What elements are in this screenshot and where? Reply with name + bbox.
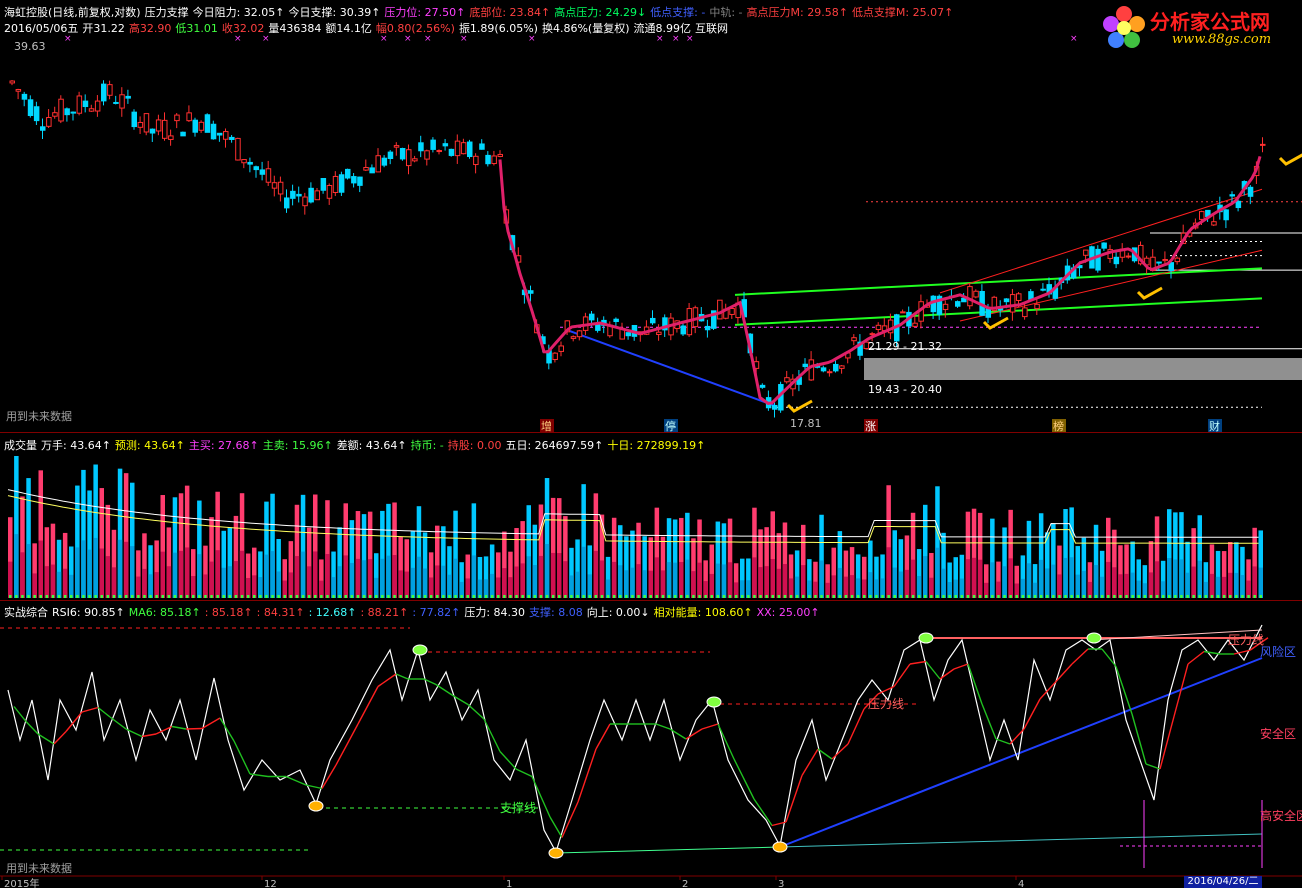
support-line-label: 支撑线: [500, 800, 536, 815]
ma6-line-segment: [669, 728, 687, 740]
ma6-line-segment: [1145, 763, 1161, 770]
ma6-line-segment: [549, 816, 563, 838]
ma6-line-segment: [233, 740, 251, 775]
x-tick-label: 12: [264, 879, 277, 888]
ma6-line-segment: [595, 723, 611, 750]
ma6-line-segment: [141, 733, 157, 738]
future-data-note: 用到未来数据: [6, 861, 72, 875]
ma6-line-segment: [753, 798, 773, 826]
signal-gem-icon: [706, 696, 722, 708]
ma6-line-segment: [1071, 648, 1089, 665]
ma6-line-segment: [53, 731, 67, 745]
ma6-line-segment: [939, 668, 955, 680]
ma6-line-segment: [171, 725, 187, 730]
ma6-line-segment: [377, 673, 397, 688]
ma6-line-segment: [395, 673, 409, 680]
x-tick-label: 3: [778, 879, 784, 888]
signal-gem-icon: [548, 847, 564, 859]
ma6-line-segment: [1203, 650, 1221, 655]
ma6-line-segment: [685, 728, 703, 740]
pressure-line-label: 压力线: [868, 697, 904, 711]
signal-gem-icon: [772, 841, 788, 853]
signal-gem-icon: [412, 644, 428, 656]
ma6-line-segment: [801, 748, 819, 776]
signal-gem-icon: [918, 632, 934, 644]
ma6-line-segment: [1023, 698, 1041, 730]
high-safe-zone-label: 高安全区: [1260, 808, 1302, 823]
ma6-line-segment: [1187, 650, 1205, 665]
ma6-line-segment: [185, 727, 203, 730]
signal-gem-icon: [308, 800, 324, 812]
ma6-line-segment: [435, 683, 453, 696]
rsi6-line: [7, 624, 1263, 854]
ma6-line-segment: [655, 723, 671, 730]
ma6-line-segment: [847, 708, 865, 745]
signal-gem-icon: [1086, 632, 1102, 644]
ma6-line-segment: [357, 686, 379, 725]
ma6-line-segment: [81, 706, 99, 713]
pressure-line-label-2: 压力线: [1228, 633, 1264, 647]
ma6-line-segment: [995, 738, 1011, 745]
risk-zone-label: 风险区: [1260, 644, 1296, 659]
rsi-chart[interactable]: 压力线支撑线压力线风险区安全区高安全区用到未来数据2015年121234: [0, 0, 1302, 888]
ma6-line-segment: [13, 706, 27, 722]
support-line-long: [779, 833, 1263, 848]
ma6-line-segment: [701, 723, 719, 730]
ma6-line-segment: [109, 716, 127, 730]
x-tick-label: 1: [506, 879, 512, 888]
ma6-line-segment: [1115, 666, 1133, 715]
x-tick-label: 2: [682, 879, 688, 888]
ma6-line-segment: [909, 660, 927, 665]
ma6-line-segment: [483, 718, 501, 752]
current-date-box: 2016/04/26/二: [1184, 876, 1262, 888]
x-tick-label: 2015年: [4, 877, 39, 888]
ma6-line-segment: [515, 768, 533, 778]
ma6-line-segment: [451, 694, 469, 706]
ma6-line-segment: [577, 748, 597, 803]
ma6-line-segment: [953, 663, 969, 670]
support-line: [555, 846, 781, 854]
x-tick-label: 4: [1018, 879, 1024, 888]
risk-trend-line: [779, 657, 1263, 848]
ma6-line-segment: [499, 751, 517, 770]
safe-zone-label: 安全区: [1260, 726, 1296, 741]
